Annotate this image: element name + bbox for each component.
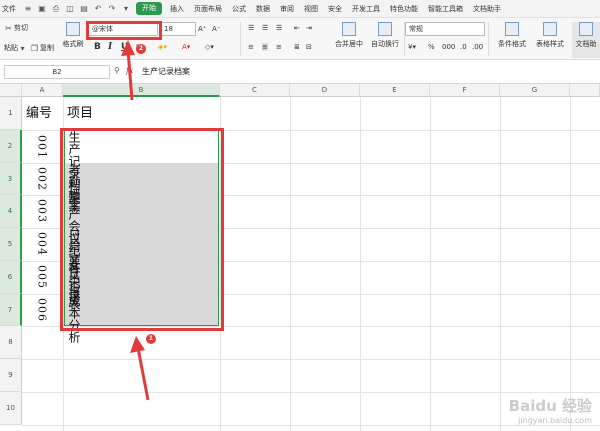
watermark: Baidu 经验 jingyan.baidu.com [509, 395, 592, 425]
arrow-annotations [121, 40, 150, 401]
arrow-to-font-select [121, 40, 135, 101]
watermark-url: jingyan.baidu.com [518, 416, 592, 425]
arrow-to-range [130, 336, 150, 401]
watermark-brand: Baidu 经验 [508, 397, 592, 415]
